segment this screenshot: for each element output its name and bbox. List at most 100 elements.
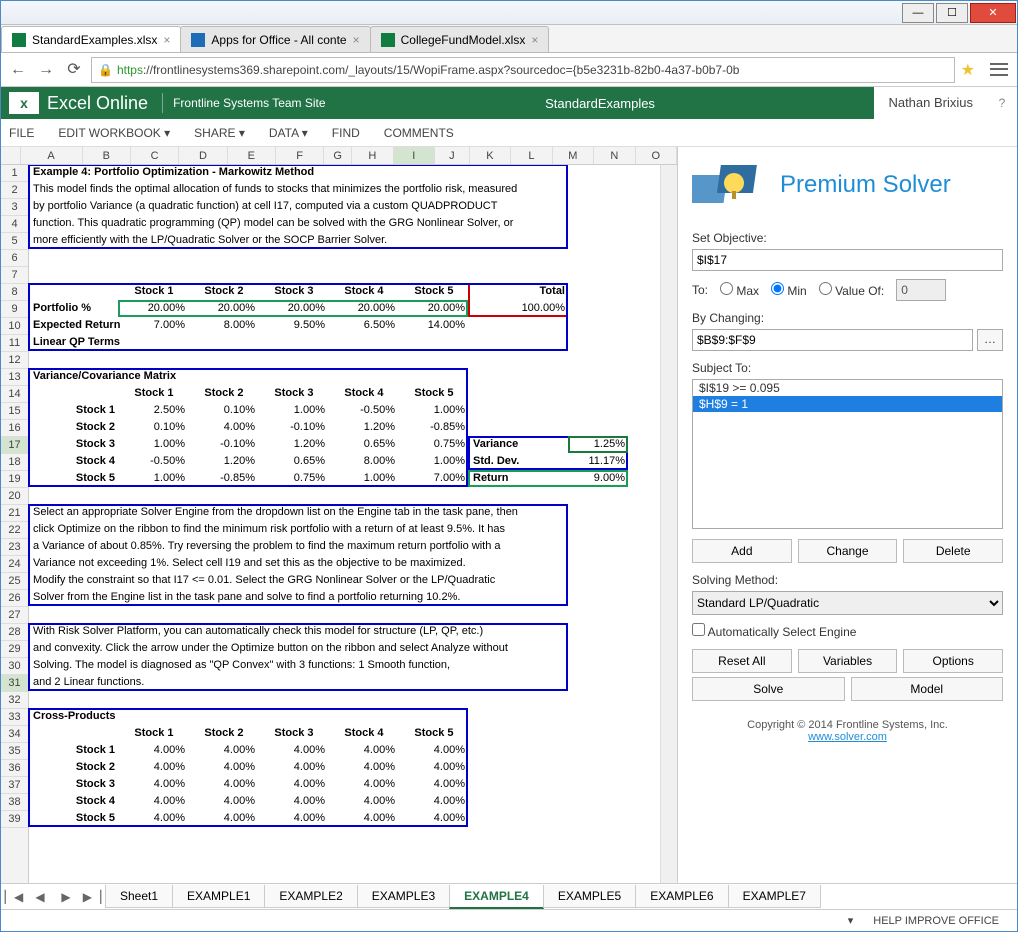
column-header[interactable]: K — [470, 147, 511, 164]
bychanging-input[interactable] — [692, 329, 973, 351]
row-header[interactable]: 10 — [1, 318, 28, 335]
row-header[interactable]: 8 — [1, 284, 28, 301]
sheet-tab[interactable]: EXAMPLE2 — [264, 885, 357, 908]
column-header[interactable]: E — [228, 147, 276, 164]
solving-method-select[interactable]: Standard LP/Quadratic — [692, 591, 1003, 615]
row-header[interactable]: 28 — [1, 624, 28, 641]
row-header[interactable]: 21 — [1, 505, 28, 522]
tab-close-icon[interactable]: × — [163, 33, 170, 47]
row-header[interactable]: 9 — [1, 301, 28, 318]
help-icon[interactable]: ? — [987, 87, 1017, 119]
sheet-tab[interactable]: EXAMPLE7 — [728, 885, 821, 908]
valueof-radio[interactable]: Value Of: — [819, 282, 884, 298]
row-header[interactable]: 38 — [1, 794, 28, 811]
row-header[interactable]: 6 — [1, 250, 28, 267]
row-header[interactable]: 31 — [1, 675, 28, 692]
column-header[interactable]: J — [435, 147, 470, 164]
column-header[interactable]: N — [594, 147, 635, 164]
row-header[interactable]: 19 — [1, 471, 28, 488]
row-header[interactable]: 7 — [1, 267, 28, 284]
browser-tab[interactable]: Apps for Office - All conte× — [180, 26, 370, 52]
forward-button[interactable]: → — [35, 59, 57, 81]
auto-engine-checkbox[interactable]: Automatically Select Engine — [692, 625, 856, 639]
row-header[interactable]: 27 — [1, 607, 28, 624]
row-header[interactable]: 35 — [1, 743, 28, 760]
column-header[interactable]: L — [511, 147, 552, 164]
browser-tab[interactable]: StandardExamples.xlsx× — [1, 26, 181, 52]
row-header[interactable]: 32 — [1, 692, 28, 709]
sheet-tab[interactable]: Sheet1 — [105, 885, 173, 908]
row-header[interactable]: 37 — [1, 777, 28, 794]
column-header[interactable]: B — [83, 147, 131, 164]
column-header[interactable]: G — [324, 147, 352, 164]
model-button[interactable]: Model — [851, 677, 1004, 701]
row-header[interactable]: 3 — [1, 199, 28, 216]
hamburger-icon[interactable] — [987, 60, 1011, 80]
url-input[interactable]: 🔒 https://frontlinesystems369.sharepoint… — [91, 57, 955, 83]
tab-close-icon[interactable]: × — [531, 33, 538, 47]
column-header[interactable]: D — [179, 147, 227, 164]
reload-button[interactable]: ⟳ — [63, 59, 85, 81]
constraints-list[interactable]: $I$19 >= 0.095$H$9 = 1 — [692, 379, 1003, 529]
sheet-prev-button[interactable]: ◀ — [27, 890, 53, 904]
menu-item[interactable]: FILE — [9, 126, 34, 140]
range-picker-button[interactable]: … — [977, 329, 1003, 351]
sheet-tab[interactable]: EXAMPLE4 — [449, 885, 544, 909]
min-radio[interactable]: Min — [771, 282, 807, 298]
menu-item[interactable]: COMMENTS — [384, 126, 454, 140]
column-header[interactable]: O — [636, 147, 677, 164]
menu-item[interactable]: DATA ▾ — [269, 126, 308, 140]
row-header[interactable]: 14 — [1, 386, 28, 403]
help-improve-link[interactable]: HELP IMPROVE OFFICE — [873, 915, 999, 927]
minimize-button[interactable]: — — [902, 3, 934, 23]
row-header[interactable]: 12 — [1, 352, 28, 369]
column-header[interactable]: M — [553, 147, 594, 164]
menu-item[interactable]: SHARE ▾ — [194, 126, 245, 140]
row-header[interactable]: 34 — [1, 726, 28, 743]
set-objective-input[interactable] — [692, 249, 1003, 271]
column-header[interactable]: F — [276, 147, 324, 164]
menu-item[interactable]: FIND — [332, 126, 360, 140]
resetall-button[interactable]: Reset All — [692, 649, 792, 673]
menu-item[interactable]: EDIT WORKBOOK ▾ — [58, 126, 170, 140]
sheet-tab[interactable]: EXAMPLE5 — [543, 885, 636, 908]
column-header[interactable]: C — [131, 147, 179, 164]
row-header[interactable]: 33 — [1, 709, 28, 726]
sheet-tab[interactable]: EXAMPLE3 — [357, 885, 450, 908]
row-header[interactable]: 5 — [1, 233, 28, 250]
max-radio[interactable]: Max — [720, 282, 759, 298]
selected-cell[interactable] — [568, 436, 628, 453]
column-header[interactable]: H — [352, 147, 393, 164]
sheet-tab[interactable]: EXAMPLE1 — [172, 885, 265, 908]
row-header[interactable]: 13 — [1, 369, 28, 386]
row-header[interactable]: 16 — [1, 420, 28, 437]
delete-button[interactable]: Delete — [903, 539, 1003, 563]
row-header[interactable]: 29 — [1, 641, 28, 658]
row-header[interactable]: 26 — [1, 590, 28, 607]
browser-tab[interactable]: CollegeFundModel.xlsx× — [370, 26, 550, 52]
row-header[interactable]: 1 — [1, 165, 28, 182]
sheet-tab[interactable]: EXAMPLE6 — [635, 885, 728, 908]
sheet-next-button[interactable]: ▶ — [53, 890, 79, 904]
row-header[interactable]: 17 — [1, 437, 28, 454]
row-header[interactable]: 25 — [1, 573, 28, 590]
row-header[interactable]: 15 — [1, 403, 28, 420]
row-header[interactable]: 18 — [1, 454, 28, 471]
constraint-item[interactable]: $H$9 = 1 — [693, 396, 1002, 412]
bookmark-icon[interactable]: ★ — [961, 60, 975, 80]
sheet-first-button[interactable]: ▏◀ — [1, 890, 27, 904]
constraint-item[interactable]: $I$19 >= 0.095 — [693, 380, 1002, 396]
tab-close-icon[interactable]: × — [353, 33, 360, 47]
options-button[interactable]: Options — [903, 649, 1003, 673]
row-header[interactable]: 30 — [1, 658, 28, 675]
change-button[interactable]: Change — [798, 539, 898, 563]
row-header[interactable]: 39 — [1, 811, 28, 828]
solve-button[interactable]: Solve — [692, 677, 845, 701]
close-button[interactable]: ✕ — [970, 3, 1016, 23]
row-header[interactable]: 24 — [1, 556, 28, 573]
row-header[interactable]: 20 — [1, 488, 28, 505]
row-header[interactable]: 22 — [1, 522, 28, 539]
cells-canvas[interactable]: Example 4: Portfolio Optimization - Mark… — [29, 165, 660, 883]
back-button[interactable]: ← — [7, 59, 29, 81]
column-header[interactable]: A — [21, 147, 83, 164]
